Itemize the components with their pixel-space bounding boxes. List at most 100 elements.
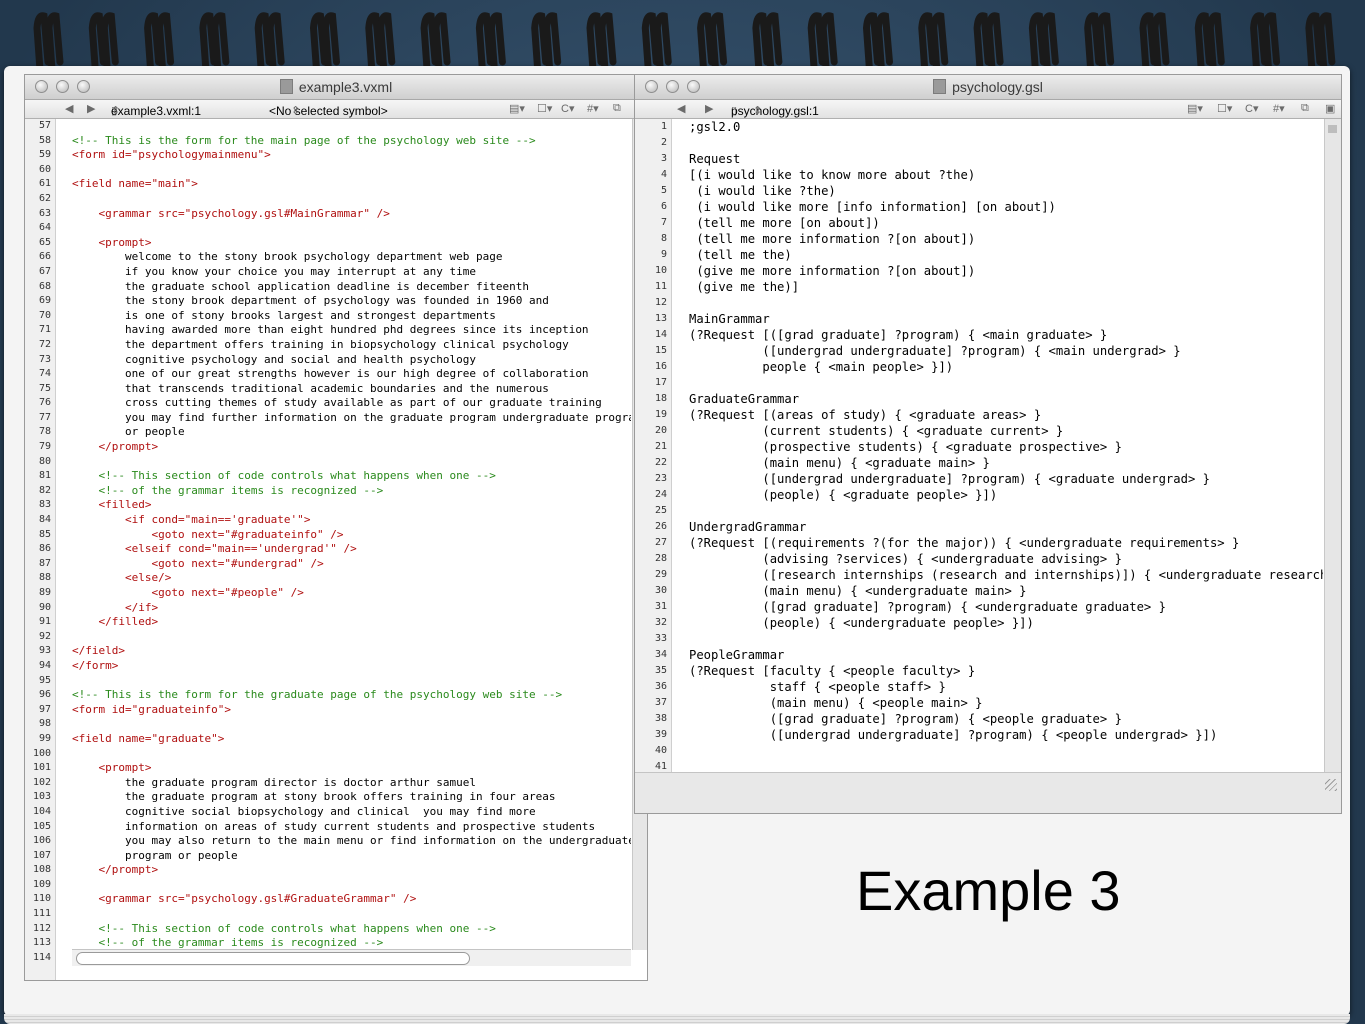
code-line[interactable]: having awarded more than eight hundred p… (72, 323, 631, 338)
code-line[interactable]: (i would like ?the) (689, 183, 1323, 199)
code-line[interactable]: cognitive psychology and social and heal… (72, 353, 631, 368)
code-line[interactable]: (main menu) { <graduate main> } (689, 455, 1323, 471)
code-line[interactable]: <field name="graduate"> (72, 732, 631, 747)
code-line[interactable] (72, 878, 631, 893)
code-line[interactable] (72, 192, 631, 207)
code-line[interactable]: <!-- This section of code controls what … (72, 469, 631, 484)
counterpart-icon[interactable]: C▾ (561, 102, 574, 115)
code-line[interactable]: (give me more information ?[on about]) (689, 263, 1323, 279)
code-line[interactable]: that transcends traditional academic bou… (72, 382, 631, 397)
code-line[interactable]: (give me the)] (689, 279, 1323, 295)
code-line[interactable] (72, 221, 631, 236)
code-line[interactable]: <grammar src="psychology.gsl#GraduateGra… (72, 892, 631, 907)
code-line[interactable]: <filled> (72, 498, 631, 513)
code-line[interactable]: </form> (72, 659, 631, 674)
code-line[interactable]: [(i would like to know more about ?the) (689, 167, 1323, 183)
code-line[interactable]: you may find further information on the … (72, 411, 631, 426)
gsl-code[interactable]: ;gsl2.0 Request [(i would like to know mo… (689, 119, 1323, 773)
back-arrow-icon[interactable]: ◀ (677, 102, 685, 115)
code-line[interactable]: staff { <people staff> } (689, 679, 1323, 695)
code-line[interactable]: <elseif cond="main=='undergrad'" /> (72, 542, 631, 557)
code-line[interactable]: if you know your choice you may interrup… (72, 265, 631, 280)
code-line[interactable] (689, 503, 1323, 519)
code-line[interactable]: <form id="graduateinfo"> (72, 703, 631, 718)
back-arrow-icon[interactable]: ◀ (65, 102, 73, 115)
code-line[interactable]: (prospective students) { <graduate prosp… (689, 439, 1323, 455)
code-line[interactable]: ;gsl2.0 (689, 119, 1323, 135)
right-editor[interactable]: 1 2 3 4 5 6 7 8 9 10 11 12 13 14 15 16 17 18 19 20 21 22 23 24 2… (635, 119, 1341, 813)
left-scroll-thumb[interactable] (76, 952, 470, 965)
code-line[interactable]: <field name="main"> (72, 177, 631, 192)
code-line[interactable]: welcome to the stony brook psychology de… (72, 250, 631, 265)
code-line[interactable] (72, 674, 631, 689)
function-popup-icon[interactable]: ▤▾ (509, 102, 525, 115)
code-line[interactable]: (?Request [faculty { <people faculty> } (689, 663, 1323, 679)
right-horizontal-scrollbar[interactable] (635, 772, 1341, 813)
code-line[interactable]: or people (72, 425, 631, 440)
code-line[interactable]: ([grad graduate] ?program) { <people gra… (689, 711, 1323, 727)
code-line[interactable]: <!-- This is the form for the main page … (72, 134, 631, 149)
counterpart-icon[interactable]: C▾ (1245, 102, 1258, 115)
left-editor[interactable]: 57 58 59 60 61 62 63 64 65 66 67 68 69 70 71 72 73 74 75 76… (25, 119, 647, 980)
code-line[interactable]: </prompt> (72, 440, 631, 455)
code-line[interactable]: PeopleGrammar (689, 647, 1323, 663)
code-line[interactable]: (people) { <graduate people> }]) (689, 487, 1323, 503)
code-line[interactable]: ([undergrad undergraduate] ?program) { <… (689, 343, 1323, 359)
code-line[interactable] (689, 135, 1323, 151)
code-line[interactable] (689, 295, 1323, 311)
code-line[interactable]: ([grad graduate] ?program) { <undergradu… (689, 599, 1323, 615)
code-line[interactable] (72, 717, 631, 732)
right-titlebar[interactable]: psychology.gsl (635, 75, 1341, 100)
code-line[interactable]: one of our great strengths however is ou… (72, 367, 631, 382)
forward-arrow-icon[interactable]: ▶ (87, 102, 95, 115)
code-line[interactable]: (current students) { <graduate current> … (689, 423, 1323, 439)
code-line[interactable]: <goto next="#people" /> (72, 586, 631, 601)
code-line[interactable]: is one of stony brooks largest and stron… (72, 309, 631, 324)
code-line[interactable]: the department offers training in biopsy… (72, 338, 631, 353)
code-line[interactable]: program or people (72, 849, 631, 864)
code-line[interactable]: GraduateGrammar (689, 391, 1323, 407)
right-vertical-scrollbar[interactable] (1324, 119, 1341, 773)
code-line[interactable] (689, 631, 1323, 647)
code-line[interactable]: (people) { <undergraduate people> }]) (689, 615, 1323, 631)
code-line[interactable]: <!-- of the grammar items is recognized … (72, 484, 631, 499)
function-popup-icon[interactable]: ▤▾ (1187, 102, 1203, 115)
code-line[interactable]: <prompt> (72, 761, 631, 776)
left-horizontal-scrollbar[interactable] (72, 949, 631, 966)
code-line[interactable] (72, 119, 631, 134)
code-line[interactable]: Request (689, 151, 1323, 167)
code-line[interactable]: <goto next="#graduateinfo" /> (72, 528, 631, 543)
code-line[interactable]: cognitive social biopsychology and clini… (72, 805, 631, 820)
bookmarks-icon[interactable]: ☐▾ (537, 102, 552, 115)
code-line[interactable]: <else/> (72, 571, 631, 586)
code-line[interactable]: people { <main people> }]) (689, 359, 1323, 375)
code-line[interactable]: MainGrammar (689, 311, 1323, 327)
code-line[interactable] (72, 163, 631, 178)
code-line[interactable]: (?Request [(requirements ?(for the major… (689, 535, 1323, 551)
code-line[interactable]: <!-- This section of code controls what … (72, 922, 631, 937)
code-line[interactable] (72, 455, 631, 470)
code-line[interactable]: ([undergrad undergraduate] ?program) { <… (689, 727, 1323, 743)
code-line[interactable]: (tell me more information ?[on about]) (689, 231, 1323, 247)
code-line[interactable]: (?Request [([grad graduate] ?program) { … (689, 327, 1323, 343)
split-icon[interactable]: ⧉ (1301, 102, 1309, 115)
code-line[interactable] (689, 759, 1323, 773)
code-line[interactable]: (tell me more [on about]) (689, 215, 1323, 231)
code-line[interactable]: </field> (72, 644, 631, 659)
code-line[interactable]: ([undergrad undergraduate] ?program) { <… (689, 471, 1323, 487)
code-line[interactable]: <if cond="main=='graduate'"> (72, 513, 631, 528)
left-titlebar[interactable]: example3.vxml (25, 75, 647, 100)
code-line[interactable] (689, 743, 1323, 759)
split-icon[interactable]: ⧉ (613, 102, 621, 115)
code-line[interactable]: UndergradGrammar (689, 519, 1323, 535)
code-line[interactable]: <prompt> (72, 236, 631, 251)
code-line[interactable]: (i would like more [info information] [o… (689, 199, 1323, 215)
code-line[interactable]: </filled> (72, 615, 631, 630)
code-line[interactable]: (main menu) { <people main> } (689, 695, 1323, 711)
code-line[interactable] (72, 907, 631, 922)
code-line[interactable] (72, 630, 631, 645)
lock-icon[interactable]: ▣ (1325, 102, 1335, 115)
code-line[interactable]: </prompt> (72, 863, 631, 878)
code-line[interactable]: <form id="psychologymainmenu"> (72, 148, 631, 163)
code-line[interactable]: <!-- This is the form for the graduate p… (72, 688, 631, 703)
